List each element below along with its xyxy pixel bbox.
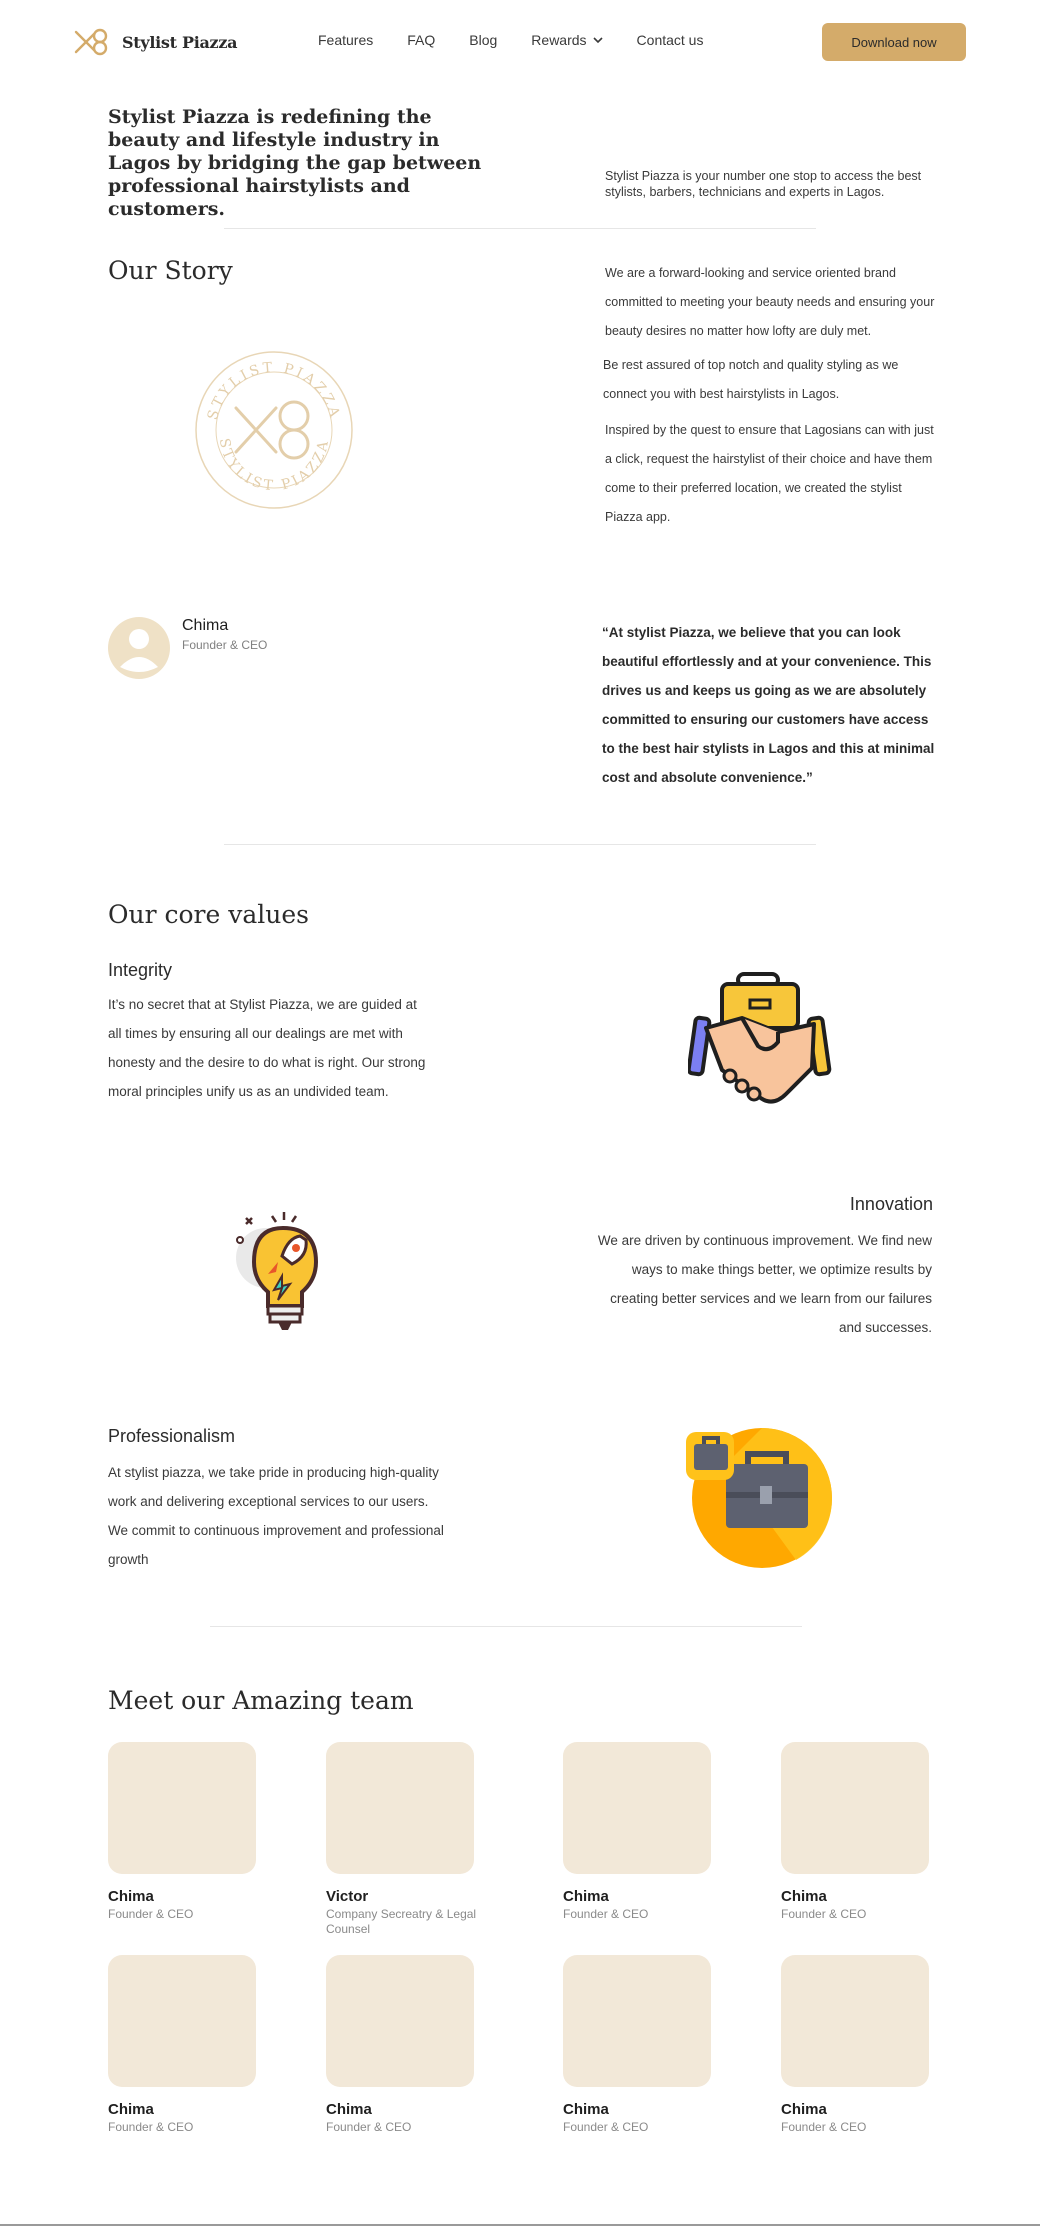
innovation-title: Innovation — [849, 1194, 933, 1214]
team-member-name: Chima — [108, 2101, 154, 2118]
team-member-role: Founder & CEO — [563, 1907, 649, 1921]
team-photo — [108, 1742, 256, 1874]
team-title: Meet our Amazing team — [108, 1686, 414, 1715]
story-paragraph-1: We are a forward-looking and service ori… — [605, 266, 935, 338]
team-member: Chima Founder & CEO — [781, 1742, 961, 1922]
nav-item-features[interactable]: Features — [318, 32, 373, 48]
brand-seal: STYLIST PIAZZA STYLIST PIAZZA — [194, 350, 354, 515]
team-member-role: Founder & CEO — [781, 1907, 867, 1921]
nav-item-rewards-label: Rewards — [531, 32, 587, 48]
team-photo — [563, 1955, 711, 2087]
team-member: Chima Founder & CEO — [108, 1742, 288, 1922]
divider — [224, 228, 816, 229]
team-member: Chima Founder & CEO — [326, 1955, 506, 2135]
team-member: Chima Founder & CEO — [563, 1955, 743, 2135]
lightbulb-rocket-icon — [236, 1212, 319, 1330]
story-paragraph-3: Inspired by the quest to ensure that Lag… — [605, 416, 935, 532]
nav-item-faq[interactable]: FAQ — [407, 32, 435, 48]
team-member: Chima Founder & CEO — [781, 1955, 961, 2135]
svg-text:STYLIST PIAZZA: STYLIST PIAZZA — [216, 437, 332, 494]
innovation-text: We are driven by continuous improvement.… — [597, 1233, 932, 1335]
team-photo — [326, 1742, 474, 1874]
team-photo — [781, 1742, 929, 1874]
team-member-role: Founder & CEO — [563, 2120, 649, 2134]
divider — [210, 1626, 802, 1627]
nav-item-contact[interactable]: Contact us — [637, 32, 704, 48]
team-photo — [108, 1955, 256, 2087]
team-member-name: Chima — [781, 2101, 827, 2118]
nav-item-rewards[interactable]: Rewards — [531, 32, 603, 48]
team-member-name: Chima — [781, 1888, 827, 1905]
founder-role: Founder & CEO — [182, 638, 268, 652]
brand-seal-icon: STYLIST PIAZZA STYLIST PIAZZA — [195, 351, 353, 509]
team-member-role: Founder & CEO — [781, 2120, 867, 2134]
team-member-name: Chima — [326, 2101, 372, 2118]
story-paragraph-3-text: Inspired by the quest to ensure that Lag… — [605, 423, 934, 495]
user-icon — [120, 629, 158, 672]
brand-name: Stylist Piazza — [122, 32, 238, 52]
professionalism-text: At stylist piazza, we take pride in prod… — [108, 1465, 444, 1567]
intro-side-text: Stylist Piazza is your number one stop t… — [605, 169, 922, 199]
team-member-name: Chima — [563, 1888, 609, 1905]
story-title: Our Story — [108, 256, 233, 285]
seal-text-bottom: STYLIST PIAZZA — [216, 437, 329, 494]
intro-headline: Stylist Piazza is redefining the beauty … — [108, 106, 482, 220]
integrity-title: Integrity — [108, 960, 173, 980]
main-nav: Features FAQ Blog Rewards Contact us — [318, 32, 703, 48]
brand-logo[interactable]: Stylist Piazza — [72, 28, 237, 56]
team-member: Victor Company Secreatry & Legal Counsel — [326, 1742, 506, 1937]
founder-avatar — [108, 617, 170, 679]
integrity-illustration — [686, 972, 834, 1123]
team-photo — [563, 1742, 711, 1874]
story-paragraph-2: Be rest assured of top notch and quality… — [603, 358, 899, 401]
chevron-down-icon — [592, 36, 603, 43]
professionalism-illustration — [686, 1424, 833, 1575]
team-member-role: Founder & CEO — [108, 1907, 194, 1921]
handshake-icon — [686, 972, 832, 1104]
divider — [224, 844, 816, 845]
innovation-illustration — [228, 1210, 338, 1345]
values-title: Our core values — [108, 900, 309, 929]
team-member-name: Chima — [108, 1888, 154, 1905]
download-button[interactable]: Download now — [822, 23, 966, 61]
team-member-name: Chima — [563, 2101, 609, 2118]
team-member-role: Founder & CEO — [326, 2120, 412, 2134]
nav-item-blog[interactable]: Blog — [469, 32, 497, 48]
story-paragraph-3-end: Piazza app. — [605, 510, 671, 524]
team-member: Chima Founder & CEO — [108, 1955, 288, 2135]
team-photo — [781, 1955, 929, 2087]
team-member-role: Company Secreatry & Legal Counsel — [326, 1907, 477, 1936]
team-member-name: Victor — [326, 1888, 369, 1905]
team-photo — [326, 1955, 474, 2087]
founder-name: Chima — [182, 617, 229, 634]
team-member-role: Founder & CEO — [108, 2120, 194, 2134]
scissors-logo-icon — [74, 28, 108, 56]
team-member: Chima Founder & CEO — [563, 1742, 743, 1922]
briefcase-icon — [686, 1428, 833, 1568]
professionalism-title: Professionalism — [108, 1426, 236, 1446]
integrity-text: It’s no secret that at Stylist Piazza, w… — [108, 997, 426, 1099]
founder-quote: “At stylist Piazza, we believe that you … — [602, 625, 935, 785]
